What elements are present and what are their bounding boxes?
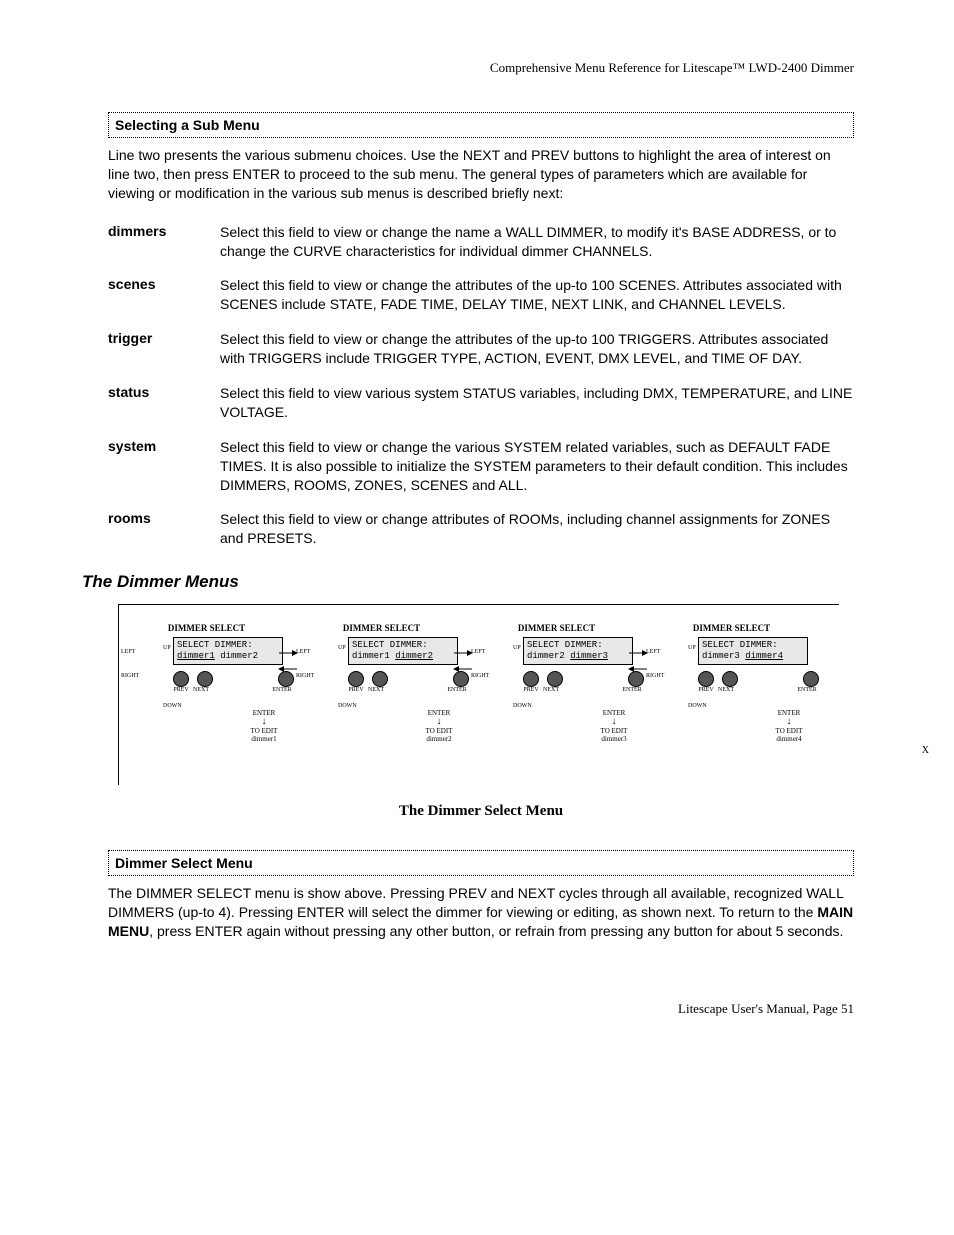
x-mark: X [922,745,929,756]
def-desc: Select this field to view or change attr… [220,504,854,558]
next-knob-icon [722,671,738,687]
enter-knob-icon [453,671,469,687]
next-label: NEXT [718,687,734,693]
up-label: UP [513,645,521,651]
right-label: RIGHT [471,673,489,679]
def-term: scenes [108,270,220,324]
edit-target: dimmer1 [239,735,289,743]
enter-label: ENTER [620,687,644,693]
def-term: trigger [108,324,220,378]
prev-label: PREV [698,687,714,693]
lcd-display: SELECT DIMMER: dimmer1 dimmer2 [173,637,283,665]
panel-title: DIMMER SELECT [294,623,469,633]
page-header: Comprehensive Menu Reference for Litesca… [108,60,854,76]
def-desc: Select this field to view or change the … [220,270,854,324]
enter-label: ENTER [795,687,819,693]
enter-label: ENTER [270,687,294,693]
to-edit-label: TO EDIT [239,727,289,735]
section-heading-dimmer-menus: The Dimmer Menus [82,572,854,592]
next-knob-icon [372,671,388,687]
diagram-panel: DIMMER SELECT LEFT RIGHT UP SELECT DIMME… [469,623,644,743]
right-label: RIGHT [646,673,664,679]
diagram-caption: The Dimmer Select Menu [108,803,854,820]
def-desc: Select this field to view or change the … [220,432,854,505]
next-label: NEXT [193,687,209,693]
next-knob-icon [547,671,563,687]
down-label: DOWN [513,703,532,709]
left-label: LEFT [471,649,489,655]
def-desc: Select this field to view or change the … [220,324,854,378]
next-label: NEXT [543,687,559,693]
diagram-panel: DIMMER SELECT LEFT RIGHT UP SELECT DIMME… [644,623,819,743]
def-term: status [108,378,220,432]
prev-knob-icon [173,671,189,687]
dimmer-select-diagram: DIMMER SELECT LEFT RIGHT UP SELECT DIMME… [108,604,854,820]
panel-title: DIMMER SELECT [469,623,644,633]
edit-target: dimmer2 [414,735,464,743]
up-label: UP [163,645,171,651]
to-edit-label: TO EDIT [764,727,814,735]
definition-list: dimmers Select this field to view or cha… [108,217,854,559]
up-label: UP [688,645,696,651]
prev-label: PREV [348,687,364,693]
def-desc: Select this field to view or change the … [220,217,854,271]
section-header-dimmer-select: Dimmer Select Menu [108,850,854,876]
section-header-submenu: Selecting a Sub Menu [108,112,854,138]
def-term: dimmers [108,217,220,271]
arrow-down-icon: ↓ [239,717,289,727]
prev-knob-icon [698,671,714,687]
enter-label: ENTER [445,687,469,693]
panel-title: DIMMER SELECT [644,623,819,633]
def-desc: Select this field to view various system… [220,378,854,432]
right-label: RIGHT [121,673,139,679]
down-label: DOWN [688,703,707,709]
prev-knob-icon [523,671,539,687]
prev-knob-icon [348,671,364,687]
left-label: LEFT [646,649,664,655]
enter-knob-icon [628,671,644,687]
lcd-display: SELECT DIMMER: dimmer3 dimmer4 [698,637,808,665]
page-footer: Litescape User's Manual, Page 51 [108,1001,854,1017]
dimmer-select-paragraph: The DIMMER SELECT menu is show above. Pr… [108,884,854,941]
down-label: DOWN [338,703,357,709]
diagram-panel: DIMMER SELECT LEFT RIGHT UP SELECT DIMME… [119,623,294,743]
prev-label: PREV [523,687,539,693]
right-label: RIGHT [296,673,314,679]
next-knob-icon [197,671,213,687]
panel-title: DIMMER SELECT [119,623,294,633]
left-label: LEFT [121,649,139,655]
to-edit-label: TO EDIT [414,727,464,735]
arrow-down-icon: ↓ [589,717,639,727]
to-edit-label: TO EDIT [589,727,639,735]
down-label: DOWN [163,703,182,709]
next-label: NEXT [368,687,384,693]
lcd-display: SELECT DIMMER: dimmer2 dimmer3 [523,637,633,665]
left-label: LEFT [296,649,314,655]
lcd-display: SELECT DIMMER: dimmer1 dimmer2 [348,637,458,665]
def-term: system [108,432,220,505]
edit-target: dimmer4 [764,735,814,743]
enter-knob-icon [803,671,819,687]
intro-paragraph: Line two presents the various submenu ch… [108,146,854,203]
edit-target: dimmer3 [589,735,639,743]
prev-label: PREV [173,687,189,693]
arrow-down-icon: ↓ [414,717,464,727]
enter-knob-icon [278,671,294,687]
up-label: UP [338,645,346,651]
arrow-down-icon: ↓ [764,717,814,727]
diagram-panel: DIMMER SELECT LEFT RIGHT UP SELECT DIMME… [294,623,469,743]
def-term: rooms [108,504,220,558]
